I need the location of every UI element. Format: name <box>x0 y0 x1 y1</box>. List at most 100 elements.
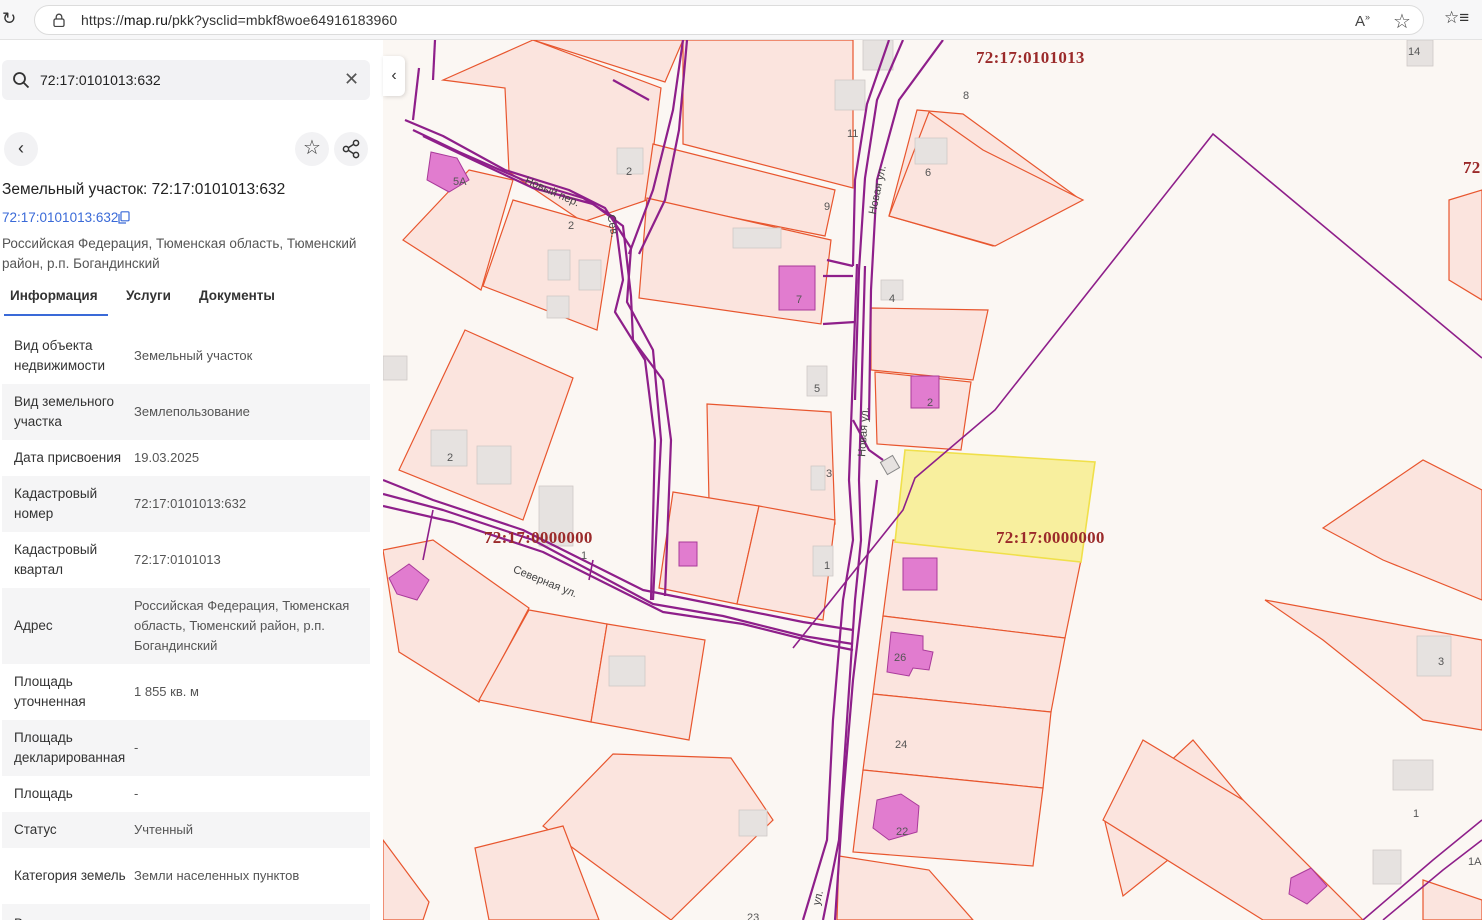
house-number: 3 <box>1438 656 1445 668</box>
property-value: - <box>134 786 139 801</box>
building <box>608 655 646 687</box>
building <box>1416 635 1452 677</box>
house-number: 22 <box>896 826 909 838</box>
land-parcel <box>870 307 989 381</box>
cadastral-number-link[interactable]: 72:17:0101013:632 <box>2 210 118 225</box>
property-row: В <box>2 904 370 920</box>
active-tab-indicator <box>4 314 108 316</box>
tab-information[interactable]: Информация <box>10 288 98 303</box>
quarter-label[interactable]: 72 <box>1463 158 1481 178</box>
boundary-marker <box>879 454 901 476</box>
search-input[interactable] <box>40 68 330 92</box>
property-key: В <box>2 914 134 920</box>
house-number: 24 <box>895 739 908 751</box>
building <box>914 137 948 165</box>
quarter-label[interactable]: 72:17:0000000 <box>484 528 593 548</box>
house-number: 23 <box>747 912 760 920</box>
bookmark-button[interactable]: ☆ <box>295 132 329 166</box>
house-number: 14 <box>1408 46 1421 58</box>
tab-documents[interactable]: Документы <box>199 288 275 303</box>
cadastral-map[interactable]: 72:17:0101013 72:17:0000000 72:17:000000… <box>383 40 1482 920</box>
house-number: 2 <box>927 397 934 409</box>
house-number: 9 <box>824 201 831 213</box>
building <box>678 541 698 567</box>
property-row: Адрес Российская Федерация, Тюменская об… <box>2 588 370 664</box>
favorite-star-icon[interactable]: ☆ <box>1393 9 1411 34</box>
reload-icon[interactable]: ↻ <box>2 10 18 28</box>
object-address: Российская Федерация, Тюменская область,… <box>2 236 357 271</box>
property-row: Категория земель Земли населенных пункто… <box>2 848 370 904</box>
property-key: Категория земель <box>14 868 126 883</box>
copy-icon[interactable] <box>118 211 130 224</box>
property-key: Вид земельного участка <box>14 394 115 429</box>
share-icon <box>342 139 360 159</box>
lock-icon[interactable] <box>53 13 65 27</box>
house-number: 5А <box>453 176 467 188</box>
house-number: 11 <box>847 128 859 140</box>
land-parcel <box>590 623 706 741</box>
property-value: - <box>134 740 139 755</box>
house-number: 2 <box>568 220 575 232</box>
building <box>476 445 512 485</box>
property-row: Вид земельного участка Землепользование <box>2 384 370 440</box>
property-row: Площадь - <box>2 776 370 812</box>
building <box>1372 849 1402 885</box>
chevron-left-icon: ‹ <box>391 67 397 84</box>
house-number: 1 <box>1413 808 1420 820</box>
favorites-list-icon[interactable]: ☆≡ <box>1444 8 1469 28</box>
property-row: Кадастровый номер 72:17:0101013:632 <box>2 476 370 532</box>
building <box>578 259 602 291</box>
building <box>810 465 826 491</box>
property-value: Земли населенных пунктов <box>134 868 300 883</box>
building <box>383 355 408 381</box>
quarter-label[interactable]: 72:17:0000000 <box>996 528 1105 548</box>
land-parcel <box>383 838 430 920</box>
collapse-sidebar-button[interactable]: ‹ <box>383 56 405 96</box>
back-button[interactable]: ‹ <box>4 132 38 166</box>
property-key: Вид объекта недвижимости <box>14 338 106 373</box>
property-row: Вид объекта недвижимости Земельный участ… <box>2 328 370 384</box>
tab-services[interactable]: Услуги <box>126 288 171 303</box>
share-button[interactable] <box>334 132 368 166</box>
url-scheme: https:// <box>81 12 124 28</box>
address-bar[interactable]: https://map.ru/pkk?ysclid=mbkf8woe649161… <box>34 5 1424 35</box>
land-parcel <box>1448 189 1482 301</box>
quarter-label[interactable]: 72:17:0101013 <box>976 48 1085 68</box>
building <box>738 809 768 837</box>
property-value: 1 855 кв. м <box>134 684 199 699</box>
house-number: 1 <box>824 560 831 572</box>
property-row: Площадь декларированная - <box>2 720 370 776</box>
building <box>546 295 570 319</box>
property-key: Кадастровый квартал <box>14 542 98 577</box>
property-row: Площадь уточненная 1 855 кв. м <box>2 664 370 720</box>
property-value: 72:17:0101013:632 <box>134 496 247 511</box>
building <box>902 557 938 591</box>
property-value: Российская Федерация, Тюменская область,… <box>134 598 350 653</box>
land-parcel <box>1422 879 1482 920</box>
property-value: Земельный участок <box>134 348 253 363</box>
clear-icon[interactable]: ✕ <box>344 69 359 89</box>
read-aloud-icon[interactable]: A» <box>1355 12 1370 30</box>
object-title: Земельный участок: 72:17:0101013:632 <box>2 181 286 198</box>
property-key: Площадь <box>14 786 73 801</box>
house-number: 2 <box>626 166 633 178</box>
chevron-left-icon: ‹ <box>18 138 24 158</box>
property-key: Кадастровый номер <box>14 486 98 521</box>
property-key: Площадь уточненная <box>14 674 86 709</box>
land-parcel <box>1102 739 1364 920</box>
property-row: Кадастровый квартал 72:17:0101013 <box>2 532 370 588</box>
house-number: 1 <box>581 550 588 562</box>
browser-toolbar: ↻ https://map.ru/pkk?ysclid=mbkf8woe6491… <box>0 0 1482 40</box>
property-key: Дата присвоения <box>14 450 122 465</box>
land-parcel <box>1321 459 1482 601</box>
map-canvas[interactable] <box>383 40 1482 920</box>
building <box>732 227 782 249</box>
property-key: Адрес <box>14 618 53 633</box>
house-number: 3 <box>826 468 833 480</box>
property-value: 19.03.2025 <box>134 450 200 465</box>
tabs: Информация Услуги Документы <box>2 280 372 316</box>
building <box>1392 759 1434 791</box>
building <box>547 249 571 281</box>
land-parcel <box>836 855 974 920</box>
url-path: /pkk?ysclid=mbkf8woe64916183960 <box>168 12 398 28</box>
